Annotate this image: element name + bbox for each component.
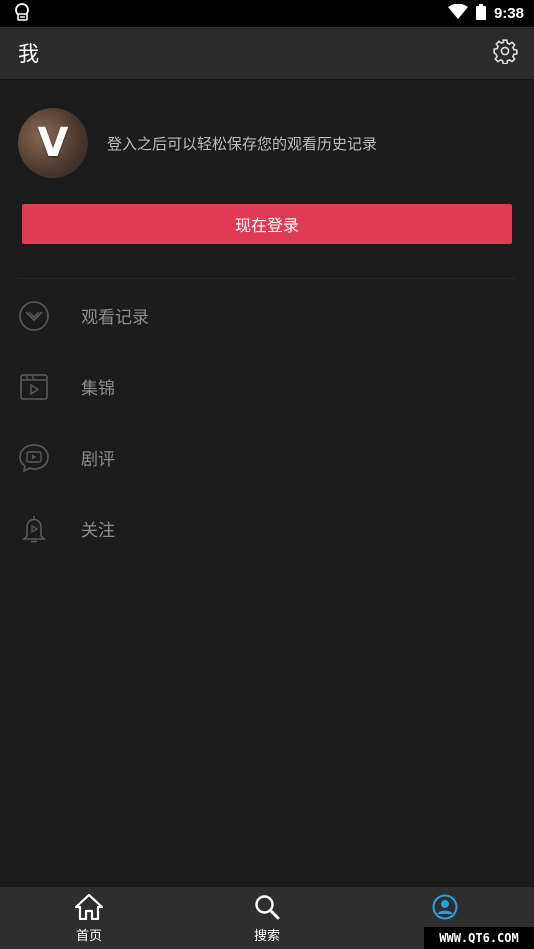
review-chat-icon — [18, 442, 50, 474]
divider — [18, 278, 516, 279]
bell-icon — [18, 513, 50, 545]
menu-list: 观看记录 集锦 剧评 关注 — [0, 280, 534, 564]
nav-item-search[interactable]: 搜索 — [178, 887, 356, 949]
video-collection-icon — [18, 371, 50, 403]
status-right: 9:38 — [447, 3, 524, 24]
login-button[interactable]: 现在登录 — [22, 204, 512, 244]
history-icon — [18, 300, 50, 332]
search-icon — [254, 894, 280, 924]
menu-item-history[interactable]: 观看记录 — [0, 280, 534, 351]
profile-section: V 登入之后可以轻松保存您的观看历史记录 — [18, 108, 377, 178]
page-title: 我 — [18, 42, 39, 66]
nav-label: 搜索 — [253, 929, 280, 944]
avatar[interactable]: V — [18, 108, 88, 178]
menu-item-reviews[interactable]: 剧评 — [0, 422, 534, 493]
menu-item-follow[interactable]: 关注 — [0, 493, 534, 564]
menu-item-highlights[interactable]: 集锦 — [0, 351, 534, 422]
menu-item-label: 观看记录 — [81, 308, 149, 328]
avatar-letter: V — [37, 120, 69, 166]
settings-button[interactable] — [490, 38, 520, 68]
gear-icon — [492, 38, 518, 68]
menu-item-label: 关注 — [81, 521, 115, 541]
battery-icon — [475, 3, 486, 24]
status-bar: 9:38 — [0, 0, 534, 27]
app-bar: 我 — [0, 27, 534, 80]
notification-app-icon — [12, 2, 32, 26]
wifi-icon — [447, 3, 468, 24]
nav-item-home[interactable]: 首页 — [0, 887, 178, 949]
menu-item-label: 剧评 — [81, 450, 115, 470]
watermark: WWW.QT6.COM — [424, 927, 534, 949]
home-icon — [74, 893, 104, 924]
menu-item-label: 集锦 — [81, 379, 115, 399]
login-hint-text: 登入之后可以轻松保存您的观看历史记录 — [107, 134, 378, 153]
nav-label: 首页 — [75, 929, 102, 944]
status-time: 9:38 — [493, 5, 524, 22]
user-icon — [432, 894, 458, 924]
